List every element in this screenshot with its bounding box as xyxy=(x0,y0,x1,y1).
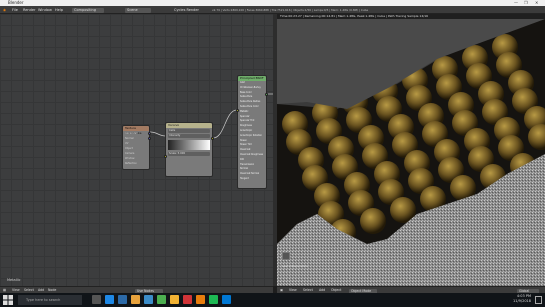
material-label: Metallic xyxy=(7,278,21,282)
socket[interactable] xyxy=(211,137,214,140)
node-input[interactable]: Tangent xyxy=(240,177,266,182)
taskbar-app-icon[interactable] xyxy=(209,295,218,304)
node-output: Reflection xyxy=(125,162,137,165)
node-editor[interactable]: Texture Coordinate Generated Normal UV O… xyxy=(0,14,273,286)
taskbar-app-icon[interactable] xyxy=(92,295,101,304)
windows-start-icon[interactable] xyxy=(3,295,13,305)
node-texture-coordinate[interactable]: Texture Coordinate Generated Normal UV O… xyxy=(122,125,151,170)
taskbar-search-input[interactable]: Type here to search xyxy=(18,295,82,305)
node-field[interactable]: Cells xyxy=(168,129,210,133)
layout-select[interactable]: Compositing xyxy=(72,7,104,13)
taskbar-app-icon[interactable] xyxy=(183,295,192,304)
node-input-list: GGX Christensen-Burley Base Color Subsur… xyxy=(238,81,266,182)
node-principled-bsdf[interactable]: Principled BSDF GGX Christensen-Burley B… xyxy=(236,75,268,189)
taskbar-app-icon[interactable] xyxy=(131,295,140,304)
socket[interactable] xyxy=(148,132,151,135)
taskbar-app-icon[interactable] xyxy=(170,295,179,304)
socket[interactable] xyxy=(148,137,151,140)
scene-stats: v2.79 | Verts:1869,100 | Faces:3660,888 … xyxy=(212,8,369,12)
taskbar-app-icon[interactable] xyxy=(118,295,127,304)
taskbar-app-icon[interactable] xyxy=(222,295,231,304)
socket[interactable] xyxy=(265,93,268,96)
node-voronoi[interactable]: Voronoi Cells Intensity Scale: 5.000 xyxy=(164,122,214,177)
render-preview xyxy=(277,14,545,286)
render-engine-select[interactable]: Cycles Render xyxy=(174,7,199,13)
taskbar-app-icon[interactable] xyxy=(105,295,114,304)
viewport-render-header: Time:00:23.27 | Remaining:00:14.81 | Mem… xyxy=(277,14,545,19)
info-header: ◉ File Render Window Help Compositing Sc… xyxy=(0,6,545,14)
node-header[interactable]: Voronoi xyxy=(166,123,212,128)
node-field[interactable]: Intensity xyxy=(168,134,210,138)
socket[interactable] xyxy=(164,155,167,158)
node-field[interactable]: Scale: 5.000 xyxy=(168,152,210,156)
taskbar-app-icon[interactable] xyxy=(196,295,205,304)
taskbar: Type here to search 4:03 PM 11/9/2018 xyxy=(0,293,545,307)
scene-select[interactable]: Scene xyxy=(125,7,151,13)
render-status: Time:00:23.27 | Remaining:00:14.81 | Mem… xyxy=(280,14,429,18)
system-clock[interactable]: 4:03 PM 11/9/2018 xyxy=(513,294,531,304)
menu-window[interactable]: Window xyxy=(38,7,52,13)
taskbar-app-icon[interactable] xyxy=(157,295,166,304)
menu-file[interactable]: File xyxy=(12,7,18,13)
grease-pencil-icon[interactable] xyxy=(282,252,290,260)
notifications-icon[interactable] xyxy=(535,296,542,304)
menu-help[interactable]: Help xyxy=(55,7,63,13)
menu-render[interactable]: Render xyxy=(23,7,35,13)
node-editor-footer: ▦ View Select Add Node Use Nodes xyxy=(0,286,273,294)
node-output-list: Generated Normal UV Object Camera Window… xyxy=(123,131,149,166)
last-operator-label: Last Interpolation xyxy=(282,264,309,268)
color-ramp[interactable] xyxy=(168,140,210,150)
blender-logo-icon[interactable]: ◉ xyxy=(3,7,6,13)
taskbar-app-icon[interactable] xyxy=(144,295,153,304)
render-sphere xyxy=(360,208,386,234)
socket[interactable] xyxy=(236,109,239,112)
viewport-footer: ▣ View Select Add Object Object Mode Glo… xyxy=(277,286,545,294)
clock-date: 11/9/2018 xyxy=(513,299,531,303)
3d-viewport[interactable]: Last Interpolation xyxy=(277,14,545,286)
